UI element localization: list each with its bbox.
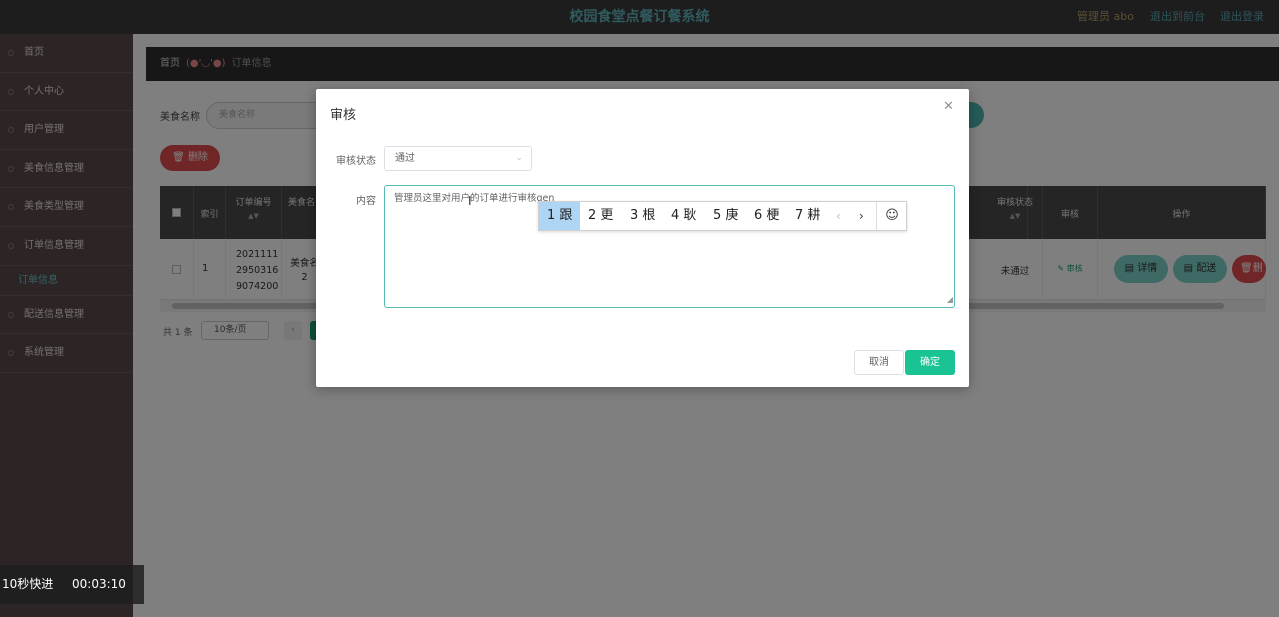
confirm-button[interactable]: 确定 xyxy=(905,350,955,375)
cancel-button[interactable]: 取消 xyxy=(854,350,904,375)
content-value: 管理员这里对用户的订单进行审核gen xyxy=(394,193,555,204)
content-label: 内容 xyxy=(356,196,376,207)
ime-candidate-bar: 1 跟 2 更 3 根 4 耿 5 庚 6 梗 7 耕 ‹ › ☺ xyxy=(538,201,907,231)
ime-prev-icon[interactable]: ‹ xyxy=(836,202,841,230)
ime-candidate-1[interactable]: 1 跟 xyxy=(539,202,580,230)
dialog-title: 审核 xyxy=(330,108,357,123)
chevron-down-icon: ⌄ xyxy=(515,153,523,163)
resize-handle-icon[interactable]: ◢ xyxy=(947,293,953,306)
close-icon[interactable]: ✕ xyxy=(943,99,954,114)
fast-forward-button[interactable]: 10秒快进 xyxy=(2,565,53,604)
audit-dialog: 审核 ✕ 审核状态 通过 ⌄ 内容 管理员这里对用户的订单进行审核gen ◢ 取消 … xyxy=(316,89,969,387)
ime-candidate-4[interactable]: 4 耿 xyxy=(663,202,705,230)
ime-candidate-2[interactable]: 2 更 xyxy=(580,202,622,230)
ime-candidate-3[interactable]: 3 根 xyxy=(622,202,663,230)
ime-candidate-6[interactable]: 6 梗 xyxy=(746,202,787,230)
ime-next-icon[interactable]: › xyxy=(859,202,864,230)
status-select[interactable]: 通过 ⌄ xyxy=(384,146,532,171)
status-label: 审核状态 xyxy=(336,156,376,167)
ime-candidate-5[interactable]: 5 庚 xyxy=(705,202,746,230)
text-cursor-icon: I xyxy=(468,194,472,208)
status-value: 通过 xyxy=(395,153,415,164)
emoji-icon[interactable]: ☺ xyxy=(876,202,907,230)
video-time: 00:03:10 xyxy=(72,577,126,591)
ime-candidate-7[interactable]: 7 耕 xyxy=(787,202,829,230)
video-controls: 10秒快进 00:03:10 xyxy=(0,565,144,604)
